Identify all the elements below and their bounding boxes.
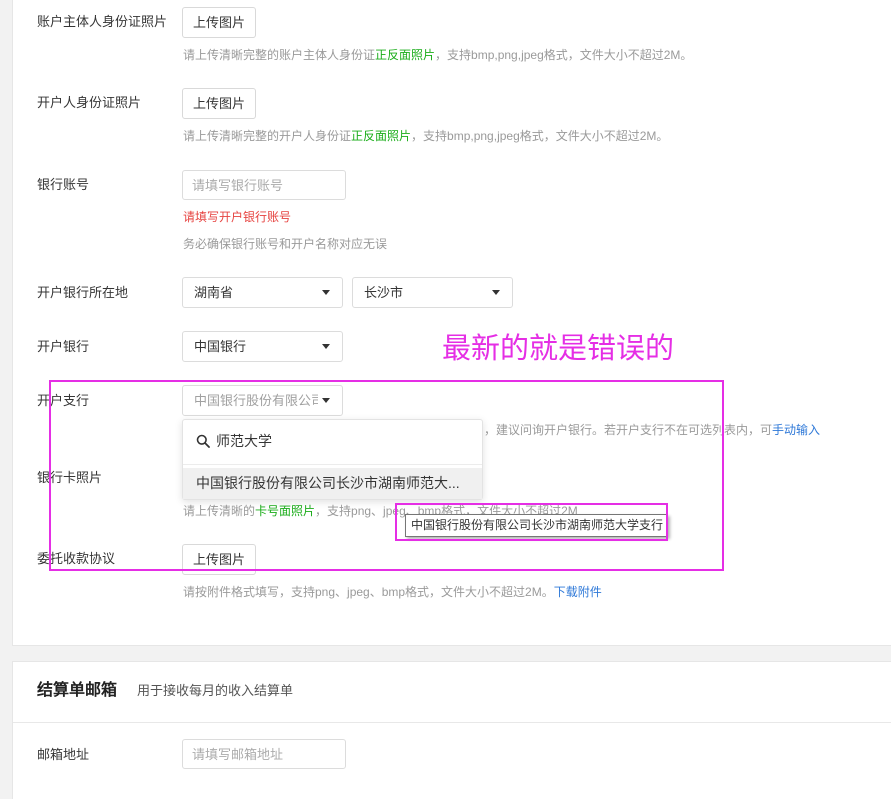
statement-email-card — [12, 661, 891, 799]
hint-text: 请上传清晰完整的账户主体人身份证 — [183, 48, 376, 62]
annotation-text: 最新的就是错误的 — [442, 333, 675, 365]
bank-account-error: 请填写开户银行账号 — [183, 210, 292, 224]
caret-down-icon — [322, 344, 330, 349]
province-select[interactable]: 湖南省 — [182, 277, 343, 308]
annotation-tooltip-box — [395, 503, 668, 541]
section-divider — [13, 722, 891, 723]
owner-id-photo-upload-button[interactable]: 上传图片 — [182, 7, 256, 38]
bank-label: 开户银行 — [37, 339, 90, 354]
hint-text: ，支持bmp,png,jpeg格式，文件大小不超过2M。 — [411, 129, 669, 143]
opener-id-photo-hint: 请上传清晰完整的开户人身份证正反面照片，支持bmp,png,jpeg格式，文件大… — [183, 128, 668, 144]
hint-text: 请上传清晰完整的开户人身份证 — [183, 129, 352, 143]
hint-text: ，支持bmp,png,jpeg格式，文件大小不超过2M。 — [435, 48, 693, 62]
bank-location-label: 开户银行所在地 — [37, 285, 129, 300]
owner-id-photo-label: 账户主体人身份证照片 — [37, 14, 168, 29]
hint-text: 请按附件格式填写，支持png、jpeg、bmp格式，文件大小不超过2M。 — [183, 585, 554, 599]
city-select[interactable]: 长沙市 — [352, 277, 513, 308]
email-label: 邮箱地址 — [37, 747, 90, 762]
email-input[interactable] — [182, 739, 346, 769]
bank-account-input[interactable] — [182, 170, 346, 200]
manual-input-link[interactable]: 手动输入 — [772, 423, 820, 437]
hint-highlight: 正反面照片 — [351, 129, 412, 143]
bank-account-label: 银行账号 — [37, 177, 90, 192]
section-subtitle: 用于接收每月的收入结算单 — [137, 683, 294, 698]
opener-id-photo-label: 开户人身份证照片 — [37, 95, 142, 110]
bank-select[interactable]: 中国银行 — [182, 331, 343, 362]
download-attachment-link[interactable]: 下载附件 — [554, 585, 602, 599]
caret-down-icon — [322, 290, 330, 295]
caret-down-icon — [492, 290, 500, 295]
hint-highlight: 正反面照片 — [375, 48, 436, 62]
section-title: 结算单邮箱 — [37, 682, 118, 699]
bank-account-note: 务必确保银行账号和开户名称对应无误 — [183, 237, 388, 251]
annotation-highlight-box — [49, 380, 724, 571]
bank-select-value: 中国银行 — [194, 339, 247, 354]
city-select-value: 长沙市 — [364, 285, 404, 300]
owner-id-photo-hint: 请上传清晰完整的账户主体人身份证正反面照片，支持bmp,png,jpeg格式，文… — [183, 47, 692, 63]
agreement-hint: 请按附件格式填写，支持png、jpeg、bmp格式，文件大小不超过2M。下载附件 — [183, 584, 602, 600]
province-select-value: 湖南省 — [194, 285, 234, 300]
opener-id-photo-upload-button[interactable]: 上传图片 — [182, 88, 256, 119]
